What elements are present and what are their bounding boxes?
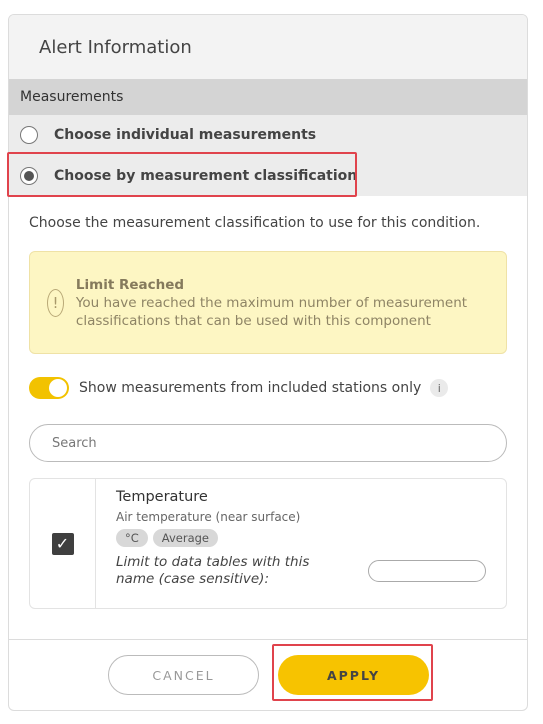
cancel-button[interactable]: CANCEL [108,655,259,695]
radio-selected-icon[interactable] [20,166,38,185]
toggle-label: Show measurements from included stations… [79,380,422,396]
dialog-footer: CANCEL APPLY [9,639,527,710]
aggregation-tag: Average [152,529,219,547]
classification-description: Choose the measurement classification to… [29,215,481,231]
radio-unselected-icon[interactable] [20,126,38,144]
measurement-card: ✓ Temperature Air temperature (near surf… [29,478,507,609]
radio-dot [24,170,34,181]
included-stations-toggle[interactable] [29,377,69,399]
toggle-knob [49,379,67,397]
panel-title: Alert Information [39,36,192,58]
radio-label-classification: Choose by measurement classification [54,167,358,184]
limit-reached-alert: ! Limit Reached You have reached the max… [29,251,507,354]
info-icon[interactable]: i [430,379,449,397]
included-stations-toggle-row: Show measurements from included stations… [29,377,507,399]
measurement-check-column: ✓ [30,479,96,608]
measurements-section-header: Measurements [9,79,527,115]
alert-title: Limit Reached [75,276,185,293]
radio-label-individual: Choose individual measurements [54,127,317,143]
unit-tag: °C [116,529,148,547]
alert-text: Limit Reached You have reached the maxim… [76,276,506,330]
measurement-description: Air temperature (near surface) [116,510,301,524]
alert-information-panel: Alert Information Measurements Choose in… [8,14,528,711]
measurement-tags: °C Average [116,529,506,547]
apply-button[interactable]: APPLY [278,655,429,695]
section-title: Measurements [20,89,124,105]
measurement-name: Temperature [116,489,208,505]
exclamation-icon: ! [47,288,64,317]
limit-label: Limit to data tables with this name (cas… [116,554,310,587]
alert-message: You have reached the maximum number of m… [75,294,468,329]
panel-header: Alert Information [9,15,527,79]
radio-by-classification[interactable]: Choose by measurement classification [9,155,527,196]
search-field[interactable] [29,424,507,462]
search-input[interactable] [50,434,506,452]
limit-row: Limit to data tables with this name (cas… [116,554,506,588]
measurement-checkbox[interactable]: ✓ [51,532,74,555]
content-area: Choose the measurement classification to… [9,215,527,609]
radio-individual-measurements[interactable]: Choose individual measurements [9,115,527,155]
limit-table-name-input[interactable] [368,560,486,582]
measurement-info: Temperature Air temperature (near surfac… [96,479,506,608]
